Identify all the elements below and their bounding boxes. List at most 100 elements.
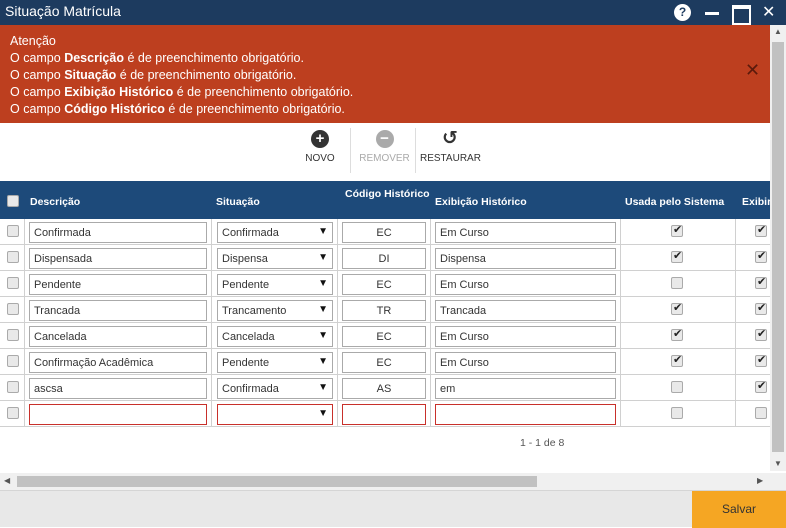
dropdown-arrow-icon[interactable]: ▼ xyxy=(318,226,328,238)
row-select-checkbox[interactable] xyxy=(7,329,19,341)
descricao-input[interactable]: Cancelada xyxy=(29,326,207,347)
usada-checkbox[interactable] xyxy=(671,301,683,315)
codigo-input[interactable]: TR xyxy=(342,300,426,321)
row-select-checkbox[interactable] xyxy=(7,355,19,367)
row-select-checkbox[interactable] xyxy=(7,277,19,289)
situacao-select[interactable]: Pendente ▼ xyxy=(217,352,333,373)
header-situacao[interactable]: Situação xyxy=(216,196,260,208)
exibir-checkbox[interactable] xyxy=(755,407,767,419)
descricao-input[interactable]: Pendente xyxy=(29,274,207,295)
exibicao-input[interactable]: Em Curso xyxy=(435,352,616,373)
save-button[interactable]: Salvar xyxy=(692,491,786,528)
usada-checkbox[interactable] xyxy=(671,353,683,367)
descricao-input[interactable]: Confirmada xyxy=(29,222,207,243)
exibicao-input[interactable] xyxy=(435,404,616,425)
usada-checkbox[interactable] xyxy=(671,381,683,393)
alert-line: O campo Exibição Histórico é de preenchi… xyxy=(10,84,770,101)
remover-button[interactable]: − REMOVER xyxy=(357,130,412,164)
exibir-checkbox[interactable] xyxy=(755,275,767,289)
row-select-checkbox[interactable] xyxy=(7,381,19,393)
exibir-checkbox[interactable] xyxy=(755,379,767,393)
grid-cell xyxy=(736,271,770,297)
scroll-right-icon[interactable]: ▶ xyxy=(757,476,763,485)
exibir-checkbox[interactable] xyxy=(755,353,767,367)
exibir-checkbox[interactable] xyxy=(755,301,767,315)
situacao-select[interactable]: Trancamento ▼ xyxy=(217,300,333,321)
help-icon[interactable]: ? xyxy=(674,4,691,21)
descricao-input[interactable]: Dispensada xyxy=(29,248,207,269)
table-row: Trancada Trancamento ▼ TR Trancada xyxy=(0,297,770,323)
row-select-checkbox[interactable] xyxy=(7,303,19,315)
exibicao-input[interactable]: em xyxy=(435,378,616,399)
header-descricao[interactable]: Descrição xyxy=(30,196,80,208)
descricao-input[interactable]: Trancada xyxy=(29,300,207,321)
header-usada[interactable]: Usada pelo Sistema xyxy=(625,196,724,208)
scroll-left-icon[interactable]: ◀ xyxy=(4,476,10,485)
usada-checkbox[interactable] xyxy=(671,327,683,341)
dropdown-arrow-icon[interactable]: ▼ xyxy=(318,356,328,368)
usada-checkbox[interactable] xyxy=(671,223,683,237)
row-select-checkbox[interactable] xyxy=(7,407,19,419)
grid-cell xyxy=(621,271,736,297)
dropdown-arrow-icon[interactable]: ▼ xyxy=(318,382,328,394)
exibicao-input[interactable]: Dispensa xyxy=(435,248,616,269)
codigo-input[interactable]: DI xyxy=(342,248,426,269)
situacao-select[interactable]: ▼ xyxy=(217,404,333,425)
descricao-input[interactable] xyxy=(29,404,207,425)
codigo-input[interactable]: EC xyxy=(342,326,426,347)
header-codigo[interactable]: Código Histórico xyxy=(345,188,430,200)
descricao-input[interactable]: Confirmação Acadêmica xyxy=(29,352,207,373)
toolbar-divider xyxy=(415,128,416,173)
codigo-input[interactable]: EC xyxy=(342,352,426,373)
grid-cell: Confirmação Acadêmica xyxy=(25,349,212,375)
situacao-value: Confirmada xyxy=(222,383,279,395)
vertical-scrollbar[interactable]: ▲ ▼ xyxy=(770,25,786,471)
select-all-checkbox[interactable] xyxy=(7,195,19,207)
codigo-input[interactable]: EC xyxy=(342,222,426,243)
exibicao-input[interactable]: Em Curso xyxy=(435,274,616,295)
scroll-up-icon[interactable]: ▲ xyxy=(774,27,782,36)
dropdown-arrow-icon[interactable]: ▼ xyxy=(318,252,328,264)
grid-cell: TR xyxy=(338,297,431,323)
exibicao-input[interactable]: Trancada xyxy=(435,300,616,321)
vertical-scroll-thumb[interactable] xyxy=(772,42,784,452)
horizontal-scroll-thumb[interactable] xyxy=(17,476,537,487)
alert-field: Situação xyxy=(64,68,117,82)
grid-cell xyxy=(0,271,25,297)
situacao-select[interactable]: Confirmada ▼ xyxy=(217,378,333,399)
exibir-checkbox[interactable] xyxy=(755,327,767,341)
usada-checkbox[interactable] xyxy=(671,277,683,289)
situacao-select[interactable]: Dispensa ▼ xyxy=(217,248,333,269)
codigo-input[interactable] xyxy=(342,404,426,425)
situacao-select[interactable]: Cancelada ▼ xyxy=(217,326,333,347)
usada-checkbox[interactable] xyxy=(671,249,683,263)
exibir-checkbox[interactable] xyxy=(755,223,767,237)
exibicao-input[interactable]: Em Curso xyxy=(435,326,616,347)
alert-close-icon[interactable]: ✕ xyxy=(745,61,760,79)
codigo-input[interactable]: EC xyxy=(342,274,426,295)
situacao-select[interactable]: Confirmada ▼ xyxy=(217,222,333,243)
situacao-select[interactable]: Pendente ▼ xyxy=(217,274,333,295)
exibicao-input[interactable]: Em Curso xyxy=(435,222,616,243)
maximize-icon[interactable] xyxy=(731,4,751,25)
horizontal-scrollbar[interactable]: ◀ ▶ xyxy=(0,473,786,490)
scroll-down-icon[interactable]: ▼ xyxy=(774,459,782,468)
codigo-input[interactable]: AS xyxy=(342,378,426,399)
descricao-input[interactable]: ascsa xyxy=(29,378,207,399)
header-exibir[interactable]: Exibir xyxy=(742,196,770,208)
restaurar-button[interactable]: ↺ RESTAURAR xyxy=(420,129,481,164)
row-select-checkbox[interactable] xyxy=(7,225,19,237)
dropdown-arrow-icon[interactable]: ▼ xyxy=(318,408,328,420)
dropdown-arrow-icon[interactable]: ▼ xyxy=(318,330,328,342)
grid-cell: Trancamento ▼ xyxy=(212,297,338,323)
usada-checkbox[interactable] xyxy=(671,407,683,419)
minimize-icon[interactable] xyxy=(704,4,721,21)
header-exibicao[interactable]: Exibição Histórico xyxy=(435,196,527,208)
dropdown-arrow-icon[interactable]: ▼ xyxy=(318,304,328,316)
row-select-checkbox[interactable] xyxy=(7,251,19,263)
close-icon[interactable]: ✕ xyxy=(762,2,779,21)
exibir-checkbox[interactable] xyxy=(755,249,767,263)
novo-button[interactable]: + NOVO xyxy=(300,130,340,164)
dropdown-arrow-icon[interactable]: ▼ xyxy=(318,278,328,290)
table-row: Confirmação Acadêmica Pendente ▼ EC Em Curso xyxy=(0,349,770,375)
